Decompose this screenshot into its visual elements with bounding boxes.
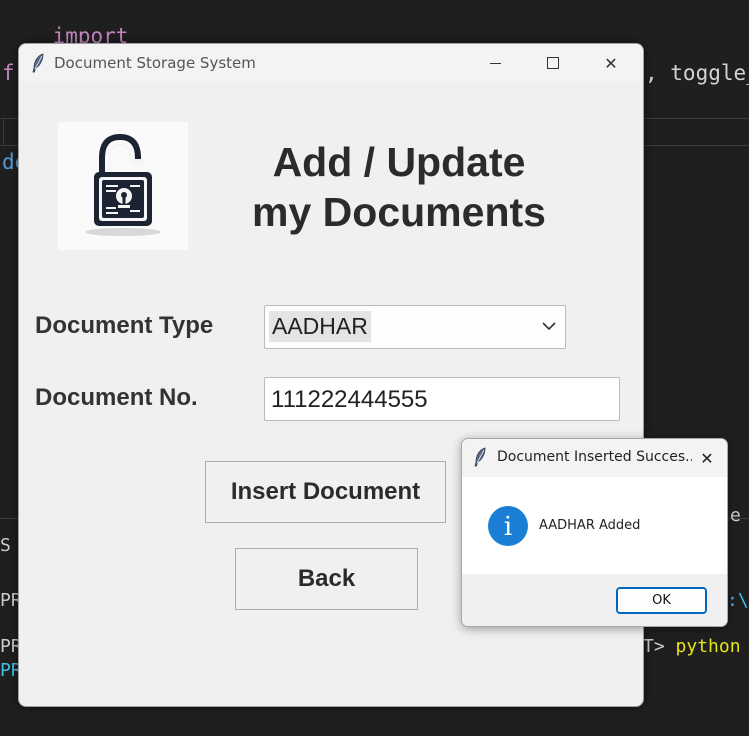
editor-divider-vertical	[3, 118, 4, 146]
code-line-3-end: , toggle_	[645, 61, 749, 85]
info-icon: i	[488, 506, 528, 546]
message-dialog: Document Inserted Succes... ✕ i AADHAR A…	[461, 438, 728, 627]
heading-line-1: Add / Update	[272, 139, 526, 185]
minimize-icon	[489, 62, 501, 64]
close-icon: ✕	[700, 448, 714, 468]
page-heading: Add / Update my Documents	[219, 137, 579, 237]
feather-icon	[32, 53, 44, 73]
window-title: Document Storage System	[54, 54, 256, 72]
document-type-combobox[interactable]: AADHAR	[264, 305, 566, 349]
document-number-input[interactable]: 111222444555	[264, 377, 620, 421]
dialog-title: Document Inserted Succes...	[497, 449, 692, 465]
insert-document-button[interactable]: Insert Document	[205, 461, 446, 523]
dialog-message: AADHAR Added	[539, 518, 641, 533]
document-number-label: Document No.	[35, 384, 198, 411]
document-type-label: Document Type	[35, 312, 214, 339]
svg-text:i: i	[504, 512, 512, 542]
terminal-prompt-end: T> python	[643, 636, 741, 657]
document-type-value: AADHAR	[269, 311, 371, 342]
maximize-icon	[547, 57, 559, 69]
close-icon: ✕	[604, 53, 618, 73]
back-button[interactable]: Back	[235, 548, 418, 610]
document-number-value: 111222444555	[271, 386, 428, 413]
feather-icon	[474, 447, 486, 467]
dialog-close-button[interactable]: ✕	[692, 443, 722, 473]
heading-line-2: my Documents	[252, 189, 546, 235]
chevron-down-icon[interactable]	[539, 316, 559, 336]
ok-button[interactable]: OK	[616, 587, 707, 614]
title-bar[interactable]: Document Storage System ✕	[19, 44, 643, 82]
logo	[58, 122, 188, 250]
terminal-path-end: :\	[727, 590, 749, 611]
dialog-title-bar[interactable]: Document Inserted Succes... ✕	[462, 439, 727, 477]
close-button[interactable]: ✕	[582, 44, 640, 82]
terminal-label: S	[0, 535, 11, 556]
unlocked-padlock-document-icon	[85, 133, 161, 236]
minimize-button[interactable]	[466, 44, 524, 82]
maximize-button[interactable]	[524, 44, 582, 82]
terminal-side-text: e	[730, 505, 741, 526]
